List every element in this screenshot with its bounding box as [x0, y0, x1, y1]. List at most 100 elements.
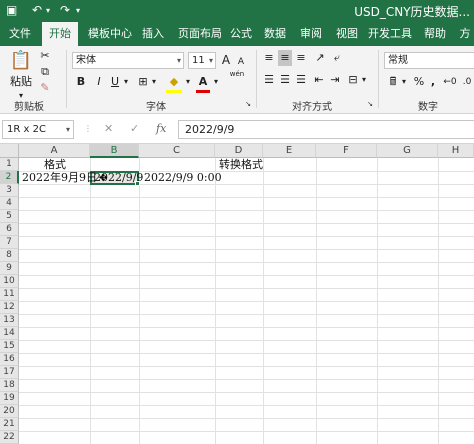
insert-function-button[interactable]: fx	[156, 122, 166, 135]
formula-input[interactable]: 2022/9/9	[178, 120, 474, 139]
row-header-1[interactable]: 1	[0, 158, 19, 171]
row-header-9[interactable]: 9	[0, 262, 19, 275]
accounting-format-icon[interactable]: 🖩	[386, 74, 400, 90]
increase-decimal-icon[interactable]: ←0	[442, 74, 458, 90]
row-header-21[interactable]: 21	[0, 418, 19, 431]
enter-icon[interactable]: ✓	[130, 122, 139, 135]
column-header-c[interactable]: C	[139, 144, 215, 158]
italic-button[interactable]: I	[92, 74, 106, 90]
row-header-6[interactable]: 6	[0, 223, 19, 236]
row-header-20[interactable]: 20	[0, 405, 19, 418]
name-box[interactable]: 1R x 2C ▾	[2, 120, 74, 139]
decrease-decimal-icon[interactable]: .0	[460, 74, 474, 90]
row-header-14[interactable]: 14	[0, 327, 19, 340]
row-header-2[interactable]: 2	[0, 171, 19, 184]
font-color-button[interactable]: A	[196, 74, 210, 90]
cancel-icon[interactable]: ✕	[104, 122, 113, 135]
column-header-h[interactable]: H	[438, 144, 474, 158]
row-header-3[interactable]: 3	[0, 184, 19, 197]
row-header-12[interactable]: 12	[0, 301, 19, 314]
merge-dropdown-icon[interactable]: ▾	[360, 72, 368, 88]
column-header-b[interactable]: B	[90, 144, 139, 158]
underline-dropdown-icon[interactable]: ▾	[122, 74, 130, 90]
row-header-18[interactable]: 18	[0, 379, 19, 392]
cell-d1[interactable]: 转换格式	[219, 158, 263, 171]
increase-font-size-button[interactable]: A	[220, 52, 232, 68]
middle-align-icon[interactable]: ≡	[278, 50, 292, 66]
cell-a2[interactable]: 2022年9月9日	[22, 171, 97, 184]
tab-overflow[interactable]: 方	[456, 22, 474, 46]
row-header-15[interactable]: 15	[0, 340, 19, 353]
column-header-f[interactable]: F	[316, 144, 377, 158]
row-header-22[interactable]: 22	[0, 431, 19, 444]
undo-dropdown-icon[interactable]: ▾	[46, 6, 50, 15]
font-color-dropdown-icon[interactable]: ▾	[212, 74, 220, 90]
number-format-combo[interactable]: 常规	[384, 52, 474, 69]
align-left-icon[interactable]: ☰	[262, 72, 276, 88]
row-header-7[interactable]: 7	[0, 236, 19, 249]
tab-insert[interactable]: 插入	[138, 22, 168, 46]
row-header-5[interactable]: 5	[0, 210, 19, 223]
font-dialog-launcher-icon[interactable]: ↘	[244, 96, 252, 112]
row-header-11[interactable]: 11	[0, 288, 19, 301]
top-align-icon[interactable]: ≡	[262, 50, 276, 66]
border-dropdown-icon[interactable]: ▾	[150, 74, 158, 90]
accounting-dropdown-icon[interactable]: ▾	[400, 74, 408, 90]
row-header-13[interactable]: 13	[0, 314, 19, 327]
fill-color-icon[interactable]: ◆	[166, 74, 182, 90]
font-name-combo[interactable]: 宋体 ▾	[72, 52, 184, 69]
save-icon[interactable]: ▣	[6, 3, 17, 17]
tab-file[interactable]: 文件	[2, 22, 38, 46]
row-header-16[interactable]: 16	[0, 353, 19, 366]
wrap-text-icon[interactable]: ⤶	[330, 50, 344, 66]
increase-indent-icon[interactable]: ⇥	[328, 72, 342, 88]
copy-icon[interactable]: ⧉	[38, 64, 52, 80]
customize-quick-access-icon[interactable]: ▾	[76, 6, 80, 15]
tab-developer[interactable]: 开发工具	[366, 22, 414, 46]
name-box-value: 1R x 2C	[7, 124, 46, 135]
tab-help[interactable]: 帮助	[420, 22, 450, 46]
undo-icon[interactable]: ↶	[32, 3, 42, 17]
tab-data[interactable]: 数据	[260, 22, 290, 46]
tab-review[interactable]: 审阅	[296, 22, 326, 46]
decrease-font-size-button[interactable]: A	[236, 54, 246, 70]
fill-color-dropdown-icon[interactable]: ▾	[184, 74, 192, 90]
row-header-17[interactable]: 17	[0, 366, 19, 379]
font-name-value: 宋体	[76, 55, 96, 66]
orientation-icon[interactable]: ↗	[312, 50, 328, 66]
format-painter-icon[interactable]: ✎	[38, 80, 52, 96]
column-header-a[interactable]: A	[19, 144, 90, 158]
merge-center-icon[interactable]: ⊟	[346, 72, 360, 88]
align-right-icon[interactable]: ☰	[294, 72, 308, 88]
row-header-4[interactable]: 4	[0, 197, 19, 210]
cell-c2[interactable]: 2022/9/9 0:00	[144, 171, 222, 184]
column-header-g[interactable]: G	[377, 144, 438, 158]
divider	[378, 50, 379, 108]
phonetic-guide-button[interactable]: wén	[226, 70, 248, 78]
paste-icon[interactable]: 📋	[8, 50, 34, 72]
alignment-dialog-launcher-icon[interactable]: ↘	[366, 96, 374, 112]
tab-page-layout[interactable]: 页面布局	[172, 22, 228, 46]
tab-home[interactable]: 开始	[42, 22, 78, 46]
bottom-align-icon[interactable]: ≡	[294, 50, 308, 66]
redo-icon[interactable]: ↷	[60, 3, 70, 17]
tab-formulas[interactable]: 公式	[226, 22, 256, 46]
percent-style-button[interactable]: %	[412, 74, 426, 90]
column-header-e[interactable]: E	[263, 144, 316, 158]
font-size-combo[interactable]: 11 ▾	[188, 52, 216, 69]
cut-icon[interactable]: ✂	[38, 48, 52, 64]
tab-template-center[interactable]: 模板中心	[82, 22, 138, 46]
align-center-icon[interactable]: ☰	[278, 72, 292, 88]
select-all-button[interactable]	[0, 144, 19, 158]
border-icon[interactable]: ⊞	[136, 74, 150, 90]
row-header-8[interactable]: 8	[0, 249, 19, 262]
comma-style-button[interactable]: ,	[428, 74, 438, 90]
cell-a1[interactable]: 格式	[44, 158, 66, 171]
bold-button[interactable]: B	[74, 74, 88, 90]
underline-button[interactable]: U	[108, 74, 122, 90]
row-header-10[interactable]: 10	[0, 275, 19, 288]
tab-view[interactable]: 视图	[332, 22, 362, 46]
column-header-d[interactable]: D	[215, 144, 263, 158]
row-header-19[interactable]: 19	[0, 392, 19, 405]
decrease-indent-icon[interactable]: ⇤	[312, 72, 326, 88]
